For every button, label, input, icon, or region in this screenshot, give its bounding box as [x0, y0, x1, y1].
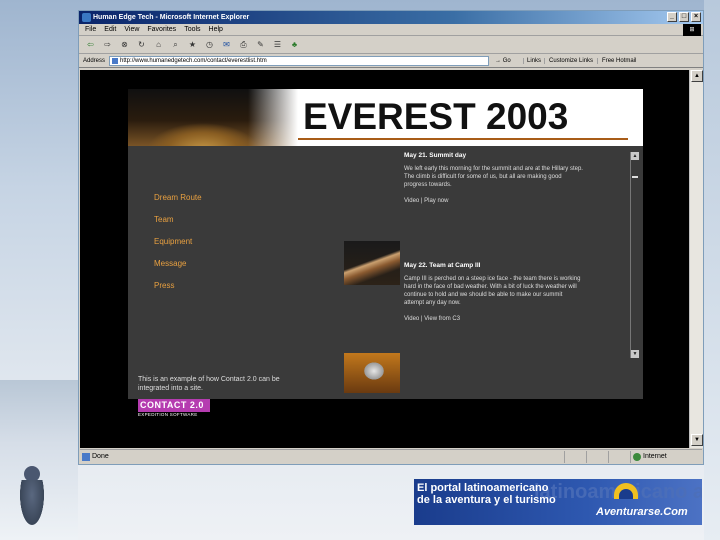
news-headline: May 22. Team at Camp III: [404, 262, 481, 269]
address-label: Address: [83, 57, 106, 64]
forward-icon[interactable]: ⇨: [102, 39, 113, 50]
scroll-thumb[interactable]: [632, 176, 638, 178]
nav-message[interactable]: Message: [154, 259, 186, 268]
address-field[interactable]: http://www.humanedgetech.com/contact/eve…: [109, 55, 490, 66]
everest-banner: EVEREST 2003: [128, 89, 643, 146]
page-done-icon: [82, 453, 90, 461]
maximize-button[interactable]: □: [679, 12, 689, 22]
title-bar: Human Edge Tech - Microsoft Internet Exp…: [79, 11, 703, 24]
print-icon[interactable]: ⎙: [238, 39, 249, 50]
edit-icon[interactable]: ✎: [255, 39, 266, 50]
history-icon[interactable]: ◷: [204, 39, 215, 50]
minimize-button[interactable]: _: [667, 12, 677, 22]
ad-brand: Aventurarse.Com: [596, 506, 688, 518]
address-url: http://www.humanedgetech.com/contact/eve…: [120, 57, 267, 64]
contact-logo-subtitle: EXPEDITION SOFTWARE: [138, 412, 198, 417]
status-divider: [608, 451, 609, 463]
mountain-photo: [128, 89, 298, 146]
banner-title: EVEREST 2003: [303, 96, 569, 137]
mail-icon[interactable]: ✉: [221, 39, 232, 50]
summit-thumbnail[interactable]: [344, 241, 400, 285]
menu-file[interactable]: File: [85, 24, 96, 35]
nav-equipment[interactable]: Equipment: [154, 237, 192, 246]
page-viewport: EVEREST 2003 Dream Route Team Equipment …: [80, 70, 689, 448]
close-button[interactable]: ×: [691, 12, 701, 22]
address-bar: Address http://www.humanedgetech.com/con…: [79, 54, 703, 68]
news-headline: May 21. Summit day: [404, 152, 467, 159]
quick-link-customize[interactable]: Customize Links: [544, 57, 597, 64]
news-video-link[interactable]: Video | View from C3: [404, 315, 584, 323]
discuss-icon[interactable]: ☰: [272, 39, 283, 50]
scroll-up-icon[interactable]: ▲: [631, 152, 639, 160]
toolbar: ⇦ ⇨ ⊗ ↻ ⌂ ⌕ ★ ◷ ✉ ⎙ ✎ ☰ ♣: [79, 36, 703, 54]
status-divider: [564, 451, 565, 463]
nav-press[interactable]: Press: [154, 281, 174, 290]
search-icon[interactable]: ⌕: [170, 39, 181, 50]
nav-team[interactable]: Team: [154, 215, 174, 224]
climber-photo: [0, 380, 78, 540]
banner-underline: [298, 138, 628, 140]
content-panel: Dream Route Team Equipment Message Press…: [128, 146, 643, 399]
menu-view[interactable]: View: [124, 24, 139, 35]
news-item: May 21. Summit day We left early this mo…: [404, 152, 584, 205]
back-icon[interactable]: ⇦: [85, 39, 96, 50]
contact-logo[interactable]: CONTACT 2.0: [138, 399, 210, 412]
scroll-up-icon[interactable]: ▲: [691, 70, 703, 82]
slide-background-strip: [704, 0, 720, 540]
page-icon: [112, 57, 119, 64]
news-video-link[interactable]: Video | Play now: [404, 197, 584, 205]
status-text: Done: [92, 453, 109, 460]
aventurarse-ad[interactable]: latinoamericano aventura y El portal lat…: [414, 479, 702, 525]
globe-icon: [633, 453, 641, 461]
favorites-icon[interactable]: ★: [187, 39, 198, 50]
nav-dream-route[interactable]: Dream Route: [154, 193, 202, 202]
status-divider: [586, 451, 587, 463]
news-scrollbar[interactable]: ▲ ▼: [630, 152, 639, 358]
refresh-icon[interactable]: ↻: [136, 39, 147, 50]
camp-thumbnail[interactable]: [344, 353, 400, 393]
news-body: We left early this morning for the summi…: [404, 166, 583, 188]
integration-footnote: This is an example of how Contact 2.0 ca…: [138, 376, 280, 392]
stop-icon[interactable]: ⊗: [119, 39, 130, 50]
ad-tagline-1: El portal latinoamericano: [417, 482, 549, 494]
status-bar: Done Internet: [80, 449, 702, 463]
quick-link-hotmail[interactable]: Free Hotmail: [597, 57, 640, 64]
page-scrollbar[interactable]: ▲ ▼: [689, 70, 703, 448]
links-button[interactable]: Links: [523, 57, 544, 64]
menu-edit[interactable]: Edit: [104, 24, 116, 35]
menu-favorites[interactable]: Favorites: [147, 24, 176, 35]
ie-icon: [82, 13, 91, 22]
window-title: Human Edge Tech - Microsoft Internet Exp…: [93, 14, 250, 21]
news-item: May 22. Team at Camp III Camp III is per…: [404, 262, 584, 323]
messenger-icon[interactable]: ♣: [289, 39, 300, 50]
ad-tagline-2: de la aventura y el turismo: [417, 494, 556, 506]
news-body: Camp III is perched on a steep ice face …: [404, 276, 581, 306]
menu-help[interactable]: Help: [209, 24, 223, 35]
home-icon[interactable]: ⌂: [153, 39, 164, 50]
scroll-down-icon[interactable]: ▼: [691, 434, 703, 446]
browser-window: Human Edge Tech - Microsoft Internet Exp…: [78, 10, 704, 465]
security-zone: Internet: [630, 451, 700, 463]
go-button[interactable]: → Go: [495, 58, 519, 64]
zone-label: Internet: [643, 453, 667, 460]
windows-logo-icon: ⊞: [683, 24, 701, 36]
scroll-down-icon[interactable]: ▼: [631, 350, 639, 358]
menu-tools[interactable]: Tools: [184, 24, 200, 35]
climber-figure: [18, 480, 46, 530]
menu-bar: File Edit View Favorites Tools Help ⊞: [79, 24, 703, 36]
